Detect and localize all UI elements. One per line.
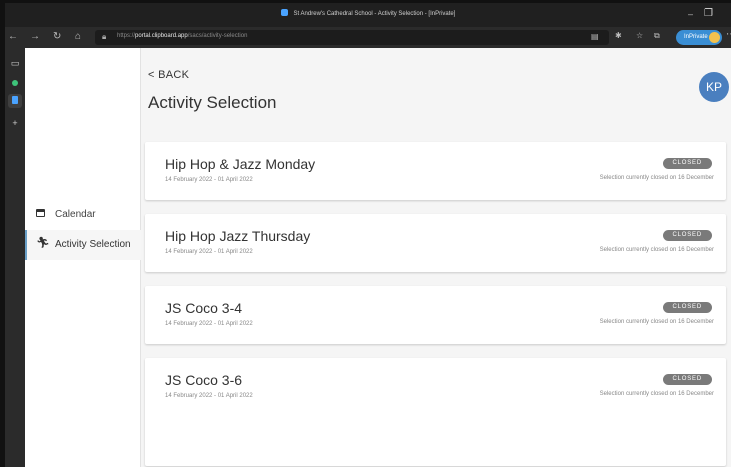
inprivate-label: InPrivate [684,34,708,40]
maximize-button[interactable]: ❐ [704,8,713,19]
status-badge: CLOSED [662,158,712,169]
tab-clipboard-icon[interactable] [8,76,22,90]
activity-name: JS Coco 3-6 [165,372,243,388]
extensions-icon[interactable]: ✱ [615,31,622,40]
main-content: < BACK Activity Selection KP Hip Hop & J… [141,48,731,467]
sidebar-item-calendar[interactable]: Calendar [25,200,140,230]
status-badge: CLOSED [662,374,712,385]
activity-dates: 14 February 2022 - 01 April 2022 [165,321,253,327]
activity-name: Hip Hop & Jazz Monday [165,156,316,172]
refresh-icon[interactable]: ↻ [53,30,61,44]
profile-avatar-icon [709,32,720,43]
site-favicon-icon [280,9,288,16]
selection-note: Selection currently closed on 16 Decembe… [599,391,714,397]
address-url: https://portal.clipboard.app/sacs/activi… [117,33,247,39]
reader-view-icon[interactable]: ▤ [591,32,599,41]
tab-active-favicon-icon [12,96,18,104]
tab-active-icon[interactable] [8,94,22,108]
address-bar[interactable]: 🔒︎ https://portal.clipboard.app/sacs/act… [95,30,609,45]
inprivate-button[interactable]: InPrivate [676,30,722,45]
running-person-icon: 🏃︎ [36,237,50,249]
activity-card[interactable]: Hip Hop Jazz Thursday 14 February 2022 -… [145,214,726,272]
vertical-tab-strip: ▭ + [5,48,25,467]
status-badge: CLOSED [662,302,712,313]
status-badge: CLOSED [662,230,712,241]
back-link[interactable]: < BACK [148,69,189,81]
activity-card[interactable]: JS Coco 3-6 14 February 2022 - 01 April … [145,358,726,466]
new-tab-button[interactable]: + [8,116,22,130]
activity-dates: 14 February 2022 - 01 April 2022 [165,249,253,255]
collections-icon[interactable]: ⧉ [654,31,660,41]
sidebar-item-label: Activity Selection [55,239,131,250]
minimize-button[interactable]: – [688,9,693,19]
page-title: Activity Selection [148,93,277,112]
calendar-icon [36,208,47,219]
url-path: /sacs/activity-selection [187,33,248,39]
activity-card[interactable]: JS Coco 3-4 14 February 2022 - 01 April … [145,286,726,344]
activity-name: JS Coco 3-4 [165,300,243,316]
favorites-icon[interactable]: ☆ [636,31,643,40]
activity-card[interactable]: Hip Hop & Jazz Monday 14 February 2022 -… [145,142,726,200]
selection-note: Selection currently closed on 16 Decembe… [599,319,714,325]
tab-actions-icon[interactable]: ▭ [8,56,22,70]
tab-favicon-icon [12,80,18,86]
app-sidebar: Calendar 🏃︎ Activity Selection [25,48,142,467]
window-title: St Andrew's Cathedral School - Activity … [5,9,731,17]
url-host: portal.clipboard.app [135,33,188,39]
lock-icon: 🔒︎ [102,32,107,41]
avatar[interactable]: KP [699,72,729,102]
back-arrow-icon[interactable]: ← [8,30,18,44]
activity-name: Hip Hop Jazz Thursday [165,228,311,244]
activity-dates: 14 February 2022 - 01 April 2022 [165,177,253,183]
sidebar-item-activity-selection[interactable]: 🏃︎ Activity Selection [25,230,142,260]
browser-title-bar: St Andrew's Cathedral School - Activity … [5,3,731,27]
sidebar-item-label: Calendar [55,209,96,220]
more-menu-icon[interactable]: ⋯ [726,29,731,40]
home-icon[interactable]: ⌂ [75,30,81,44]
window-title-text: St Andrew's Cathedral School - Activity … [293,11,456,17]
selection-note: Selection currently closed on 16 Decembe… [599,175,714,181]
selection-note: Selection currently closed on 16 Decembe… [599,247,714,253]
activity-dates: 14 February 2022 - 01 April 2022 [165,393,253,399]
forward-arrow-icon[interactable]: → [30,30,40,44]
url-prefix: https:// [117,33,136,39]
browser-toolbar: ← → ↻ ⌂ 🔒︎ https://portal.clipboard.app/… [5,27,731,48]
